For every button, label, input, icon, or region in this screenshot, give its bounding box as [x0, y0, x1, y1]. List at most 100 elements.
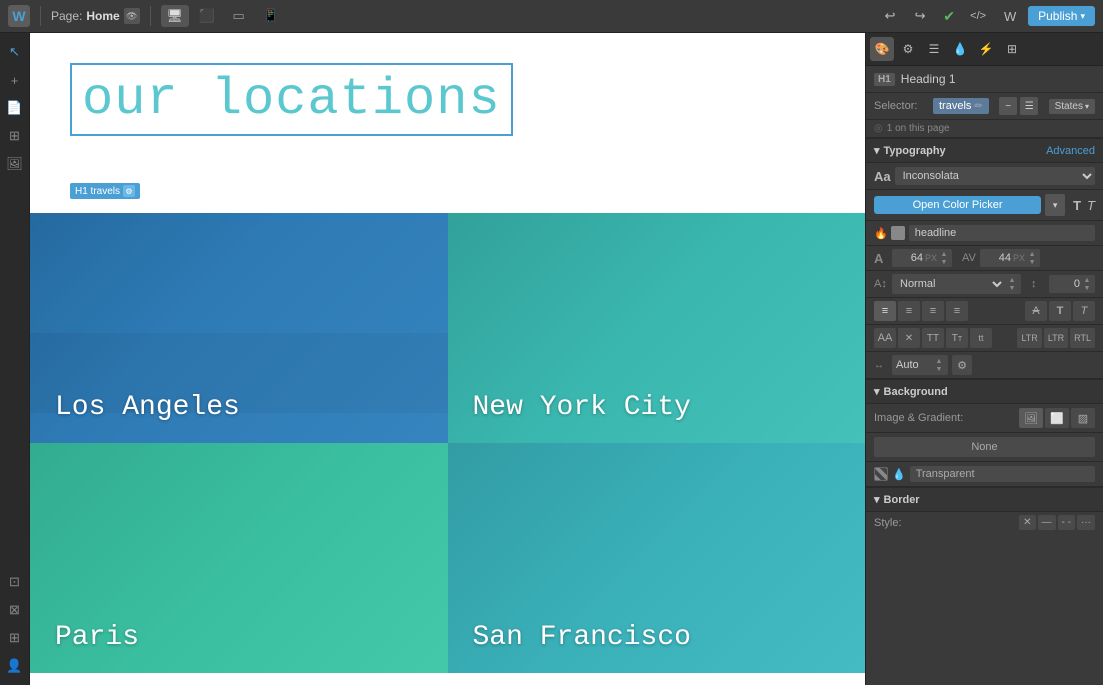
none-btn[interactable]: None: [874, 437, 1095, 457]
gradient-type-btn[interactable]: ▨: [1071, 408, 1095, 428]
city-name-paris: Paris: [55, 622, 139, 653]
redo-btn[interactable]: ↪: [906, 5, 934, 27]
font-size-up-btn[interactable]: ▲: [939, 250, 949, 258]
sidebar-pages[interactable]: 📄: [4, 97, 26, 119]
selector-tag[interactable]: travels ✏: [933, 98, 989, 114]
preview-toggle[interactable]: 👁: [124, 8, 140, 24]
heading-section: our locations H1 travels ⚙: [30, 33, 865, 213]
advanced-label[interactable]: Advanced: [1046, 145, 1095, 157]
fill-color-swatch[interactable]: [874, 467, 888, 481]
weight-icon: A↕: [874, 278, 888, 290]
weight-down-btn[interactable]: ▼: [1007, 284, 1017, 292]
ltr-btn[interactable]: LTR: [1017, 328, 1041, 348]
sidebar-crop-tool[interactable]: ⊡: [4, 571, 26, 593]
top-toolbar: W Page: Home 👁 🖥 ⬛ ▭ 📱 ↩ ↪ ✔ </> W Publi…: [0, 0, 1103, 33]
typography-section-header[interactable]: ▾ Typography Advanced: [866, 138, 1103, 163]
font-weight-select[interactable]: Normal: [896, 277, 1005, 291]
cross-btn[interactable]: ✕: [898, 328, 920, 348]
canvas-area[interactable]: our locations H1 travels ⚙ Los Angeles N…: [30, 33, 865, 685]
fill-color-input[interactable]: [910, 466, 1095, 482]
border-solid-btn[interactable]: —: [1038, 515, 1056, 530]
more-tab-btn[interactable]: ⊞: [1000, 37, 1024, 61]
font-size-down-btn[interactable]: ▼: [939, 258, 949, 266]
font-size-input[interactable]: [895, 252, 923, 264]
text-transform-none-btn[interactable]: AA: [874, 328, 896, 348]
letter-spacing-down-btn[interactable]: ▼: [1027, 258, 1037, 266]
sidebar-cms[interactable]: ⊞: [4, 125, 26, 147]
dropper-icon[interactable]: 💧: [892, 468, 906, 481]
separator-1: [40, 6, 41, 26]
align-right-btn[interactable]: ≡: [922, 301, 944, 321]
city-tile-sf[interactable]: San Francisco: [448, 443, 866, 673]
transform-tt2-btn[interactable]: Tt: [946, 328, 968, 348]
city-tile-la[interactable]: Los Angeles: [30, 213, 448, 443]
selector-minus-btn[interactable]: −: [999, 97, 1017, 115]
lightning-tab-btn[interactable]: ⚡: [974, 37, 998, 61]
separator-2: [150, 6, 151, 26]
spacing-up-btn[interactable]: ▲: [934, 357, 944, 365]
publish-btn[interactable]: Publish ▾: [1028, 6, 1095, 26]
bold-btn[interactable]: T: [1073, 198, 1081, 213]
line-height-down-btn[interactable]: ▼: [1082, 284, 1092, 292]
style-tab-btn[interactable]: 🎨: [870, 37, 894, 61]
border-section-header[interactable]: ▾ Border: [866, 487, 1103, 512]
solid-type-btn[interactable]: ⬜: [1045, 408, 1069, 428]
desktop-view-btn[interactable]: 🖥: [161, 5, 189, 27]
border-dashed-btn[interactable]: - -: [1058, 515, 1075, 530]
class-name-input[interactable]: [909, 225, 1095, 241]
line-height-input-wrap: ▲ ▼: [1049, 275, 1095, 293]
layout-tab-btn[interactable]: ☰: [922, 37, 946, 61]
bold-text-btn[interactable]: T: [1049, 301, 1071, 321]
ltr2-btn[interactable]: LTR: [1044, 328, 1068, 348]
sidebar-component[interactable]: ⊞: [4, 627, 26, 649]
border-none-btn[interactable]: ✕: [1019, 515, 1035, 530]
italic-btn[interactable]: T: [1087, 198, 1095, 213]
code-view-btn[interactable]: </>: [964, 5, 992, 27]
strikethrough-btn[interactable]: A: [1025, 301, 1047, 321]
sidebar-pointer-tool[interactable]: ↖: [4, 41, 26, 63]
sidebar-assets[interactable]: 🖼: [4, 153, 26, 175]
spacing-input[interactable]: [896, 359, 932, 371]
align-center-btn[interactable]: ≡: [898, 301, 920, 321]
selector-menu-btn[interactable]: ☰: [1020, 97, 1038, 115]
sidebar-user[interactable]: 👤: [4, 655, 26, 677]
interactions-tab-btn[interactable]: 💧: [948, 37, 972, 61]
tablet-portrait-view-btn[interactable]: ▭: [225, 5, 253, 27]
settings-tab-btn[interactable]: ⚙: [896, 37, 920, 61]
mobile-view-btn[interactable]: 📱: [257, 5, 285, 27]
letter-spacing-input[interactable]: [983, 252, 1011, 264]
tablet-landscape-view-btn[interactable]: ⬛: [193, 5, 221, 27]
border-dotted-btn[interactable]: ···: [1077, 515, 1095, 530]
tag-settings-icon[interactable]: ⚙: [123, 185, 135, 197]
letter-spacing-up-btn[interactable]: ▲: [1027, 250, 1037, 258]
spacing-icon: ↔: [874, 360, 888, 371]
background-section-header[interactable]: ▾ Background: [866, 379, 1103, 404]
sidebar-select-tool[interactable]: ⊠: [4, 599, 26, 621]
transform-tt3-btn[interactable]: tt: [970, 328, 992, 348]
line-height-up-btn[interactable]: ▲: [1082, 276, 1092, 284]
transform-tt-btn[interactable]: TT: [922, 328, 944, 348]
line-height-input[interactable]: [1052, 278, 1080, 290]
wapps-btn[interactable]: W: [996, 5, 1024, 27]
states-btn[interactable]: States ▾: [1049, 99, 1095, 114]
image-type-btn[interactable]: 🖼: [1019, 408, 1043, 428]
open-color-picker-btn[interactable]: Open Color Picker: [874, 196, 1041, 214]
font-family-select[interactable]: Inconsolata: [895, 167, 1095, 185]
selector-edit-icon[interactable]: ✏: [974, 101, 982, 112]
line-height-icon: ↕: [1031, 278, 1045, 290]
weight-up-btn[interactable]: ▲: [1007, 276, 1017, 284]
align-justify-btn[interactable]: ≡: [946, 301, 968, 321]
city-tile-nyc[interactable]: New York City: [448, 213, 866, 443]
align-left-btn[interactable]: ≡: [874, 301, 896, 321]
heading-text[interactable]: our locations: [70, 63, 513, 136]
sidebar-add-element[interactable]: +: [4, 69, 26, 91]
undo-btn[interactable]: ↩: [876, 5, 904, 27]
class-fire-icon: 🔥: [874, 227, 888, 240]
color-dropdown-btn[interactable]: ▾: [1045, 194, 1065, 216]
rtl-btn[interactable]: RTL: [1070, 328, 1095, 348]
spacing-down-btn[interactable]: ▼: [934, 365, 944, 373]
h1-badge: H1: [874, 73, 895, 86]
italic-text-btn[interactable]: T: [1073, 301, 1095, 321]
city-tile-paris[interactable]: Paris: [30, 443, 448, 673]
spacing-gear-btn[interactable]: ⚙: [952, 355, 972, 375]
